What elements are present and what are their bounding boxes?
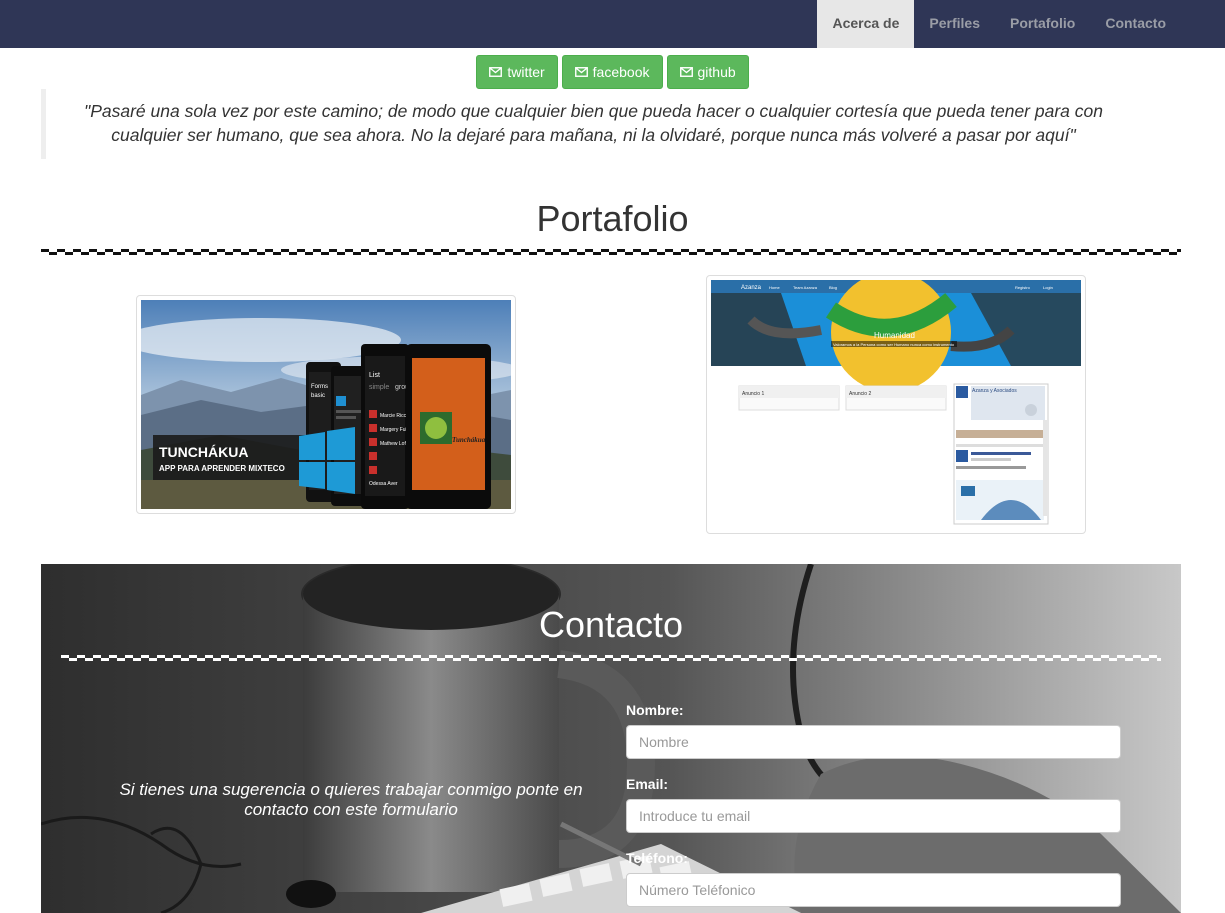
phone-label-odessa: Odessa Aver — [369, 481, 398, 487]
nav-item-acerca-de[interactable]: Acerca de — [817, 0, 915, 48]
azanza-ad-1: Anuncio 1 — [742, 391, 764, 397]
azanza-nav-login: Login — [1043, 285, 1053, 290]
github-label: github — [697, 64, 736, 80]
azanza-brand: Azanza — [741, 285, 762, 291]
facebook-label: facebook — [592, 64, 650, 80]
facebook-button[interactable]: facebook — [561, 55, 663, 89]
email-label: Email: — [626, 776, 669, 792]
email-input[interactable] — [626, 799, 1121, 833]
twitter-button[interactable]: twitter — [476, 55, 558, 89]
azanza-image: Azanza Home Team Azanza Blog Archivo Ext… — [711, 280, 1081, 529]
name-input[interactable] — [626, 725, 1121, 759]
phone-label-simple: simple — [369, 384, 389, 391]
portfolio-divider — [41, 249, 1181, 255]
envelope-icon — [489, 67, 503, 77]
navbar: Acerca de Perfiles Portafolio Contacto — [0, 0, 1225, 48]
phone-label-list: List — [369, 372, 380, 379]
azanza-nav-registro: Registro — [1015, 285, 1031, 290]
phone-input[interactable] — [626, 873, 1121, 907]
tunchakua-subtitle: APP PARA APRENDER MIXTECO — [159, 464, 285, 473]
azanza-ad-2: Anuncio 2 — [849, 391, 871, 397]
azanza-nav-team: Team Azanza — [793, 285, 818, 290]
envelope-icon — [679, 67, 693, 77]
azanza-nav-blog: Blog — [829, 285, 837, 290]
name-label: Nombre: — [626, 702, 684, 718]
contact-message: Si tienes una sugerencia o quieres traba… — [119, 780, 583, 819]
github-button[interactable]: github — [666, 55, 749, 89]
phone-label-basic: basic — [311, 393, 325, 399]
phone-label-margery: Margery Full — [380, 427, 408, 433]
nav-item-contacto[interactable]: Contacto — [1090, 0, 1181, 48]
phone-label-tunchakua: Tunchákua — [452, 436, 486, 444]
nav-item-perfiles[interactable]: Perfiles — [914, 0, 995, 48]
quote: "Pasaré una sola vez por este camino; de… — [41, 89, 1141, 159]
azanza-fb-title: Azanza y Asociados — [972, 388, 1017, 394]
portfolio-item-tunchakua[interactable]: TUNCHÁKUA APP PARA APRENDER MIXTECO Form… — [136, 295, 516, 514]
phone-label-forms: Forms — [311, 384, 328, 390]
tunchakua-image: TUNCHÁKUA APP PARA APRENDER MIXTECO Form… — [141, 300, 511, 509]
twitter-label: twitter — [507, 64, 545, 80]
portfolio-title: Portafolio — [536, 198, 689, 239]
quote-text: "Pasaré una sola vez por este camino; de… — [84, 101, 1103, 145]
portfolio-item-azanza[interactable]: Azanza Home Team Azanza Blog Archivo Ext… — [706, 275, 1086, 534]
phone-label-mathew: Mathew Loft — [380, 441, 408, 447]
nav-item-portafolio[interactable]: Portafolio — [995, 0, 1090, 48]
azanza-banner-text: Valoramos a la Persona como ser Humano n… — [833, 342, 955, 347]
phone-label-marcie: Marcie Ricca — [380, 413, 409, 419]
contact-divider — [61, 655, 1161, 661]
social-buttons: twitter facebook github — [0, 55, 1225, 89]
phone-label: Teléfono: — [626, 850, 688, 866]
envelope-icon — [574, 67, 588, 77]
tunchakua-title: TUNCHÁKUA — [159, 444, 248, 460]
contact-section: Contacto Si tienes una sugerencia o quie… — [41, 564, 1181, 913]
nav-links: Acerca de Perfiles Portafolio Contacto — [817, 0, 1181, 48]
azanza-banner-title: Humanidad — [874, 331, 915, 340]
contact-title: Contacto — [538, 604, 684, 645]
azanza-nav-home: Home — [769, 285, 780, 290]
